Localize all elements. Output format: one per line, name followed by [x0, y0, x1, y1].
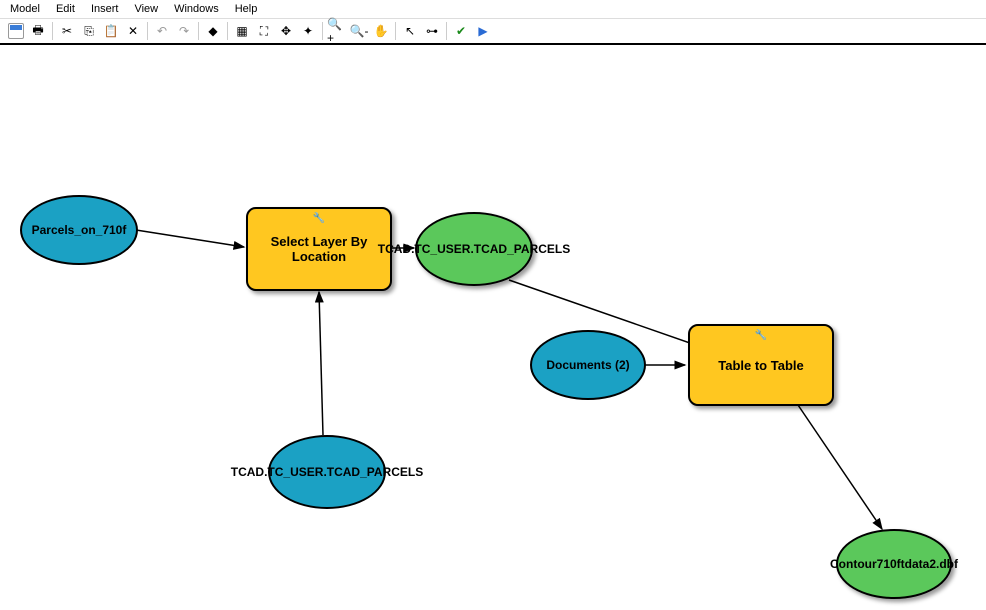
menu-help[interactable]: Help: [235, 3, 258, 15]
node-label: TCAD.TC_USER.TCAD_PARCELS: [231, 465, 423, 479]
node-documents2[interactable]: Documents (2): [530, 330, 646, 400]
full-extent-icon[interactable]: ⛶: [254, 21, 274, 41]
toolbar: 🖶 ✂⎘📋✕ ↶↷ ◆ ▦⛶✥✦ 🔍+🔍-✋ ↖⊶ ✔▶: [0, 19, 986, 45]
tool-icon: 🔧: [313, 213, 325, 224]
paste-icon[interactable]: 📋: [101, 21, 121, 41]
node-label: Select Layer By Location: [254, 234, 384, 264]
tool-icon: 🔧: [755, 330, 767, 341]
cut-icon[interactable]: ✂: [57, 21, 77, 41]
node-contour[interactable]: Contour710ftdata2.dbf: [836, 529, 952, 599]
menu-insert[interactable]: Insert: [91, 3, 119, 15]
toolbar-separator: [198, 22, 199, 40]
toolbar-separator: [147, 22, 148, 40]
zoom-in-icon[interactable]: 🔍+: [327, 21, 347, 41]
pan-icon[interactable]: ✋: [371, 21, 391, 41]
add-data-icon[interactable]: ◆: [203, 21, 223, 41]
toolbar-separator: [446, 22, 447, 40]
auto-layout-icon[interactable]: ▦: [232, 21, 252, 41]
menubar: Model Edit Insert View Windows Help: [0, 0, 986, 19]
node-tcad-input[interactable]: TCAD.TC_USER.TCAD_PARCELS: [268, 435, 386, 509]
node-tcad-output[interactable]: TCAD.TC_USER.TCAD_PARCELS: [415, 212, 533, 286]
zoom-out-fixed-icon[interactable]: ✦: [298, 21, 318, 41]
toolbar-separator: [322, 22, 323, 40]
menu-edit[interactable]: Edit: [56, 3, 75, 15]
node-label: Parcels_on_710f: [32, 223, 127, 237]
node-label: TCAD.TC_USER.TCAD_PARCELS: [378, 242, 570, 256]
redo-icon[interactable]: ↷: [174, 21, 194, 41]
node-select-layer-by-location[interactable]: 🔧 Select Layer By Location: [246, 207, 392, 291]
node-parcels710f[interactable]: Parcels_on_710f: [20, 195, 138, 265]
menu-windows[interactable]: Windows: [174, 3, 219, 15]
toolbar-separator: [52, 22, 53, 40]
validate-icon[interactable]: ✔: [451, 21, 471, 41]
node-label: Table to Table: [718, 358, 803, 373]
copy-icon[interactable]: ⎘: [79, 21, 99, 41]
model-canvas[interactable]: Parcels_on_710f 🔧 Select Layer By Locati…: [0, 45, 986, 610]
connect-icon[interactable]: ⊶: [422, 21, 442, 41]
print-icon[interactable]: 🖶: [28, 21, 48, 41]
connectors: [0, 45, 986, 610]
toolbar-separator: [395, 22, 396, 40]
zoom-in-fixed-icon[interactable]: ✥: [276, 21, 296, 41]
node-label: Contour710ftdata2.dbf: [830, 557, 958, 571]
delete-icon[interactable]: ✕: [123, 21, 143, 41]
menu-view[interactable]: View: [134, 3, 158, 15]
run-icon[interactable]: ▶: [473, 21, 493, 41]
node-table-to-table[interactable]: 🔧 Table to Table: [688, 324, 834, 406]
node-label: Documents (2): [546, 358, 629, 372]
zoom-out-icon[interactable]: 🔍-: [349, 21, 369, 41]
toolbar-separator: [227, 22, 228, 40]
undo-icon[interactable]: ↶: [152, 21, 172, 41]
save-icon[interactable]: [6, 21, 26, 41]
select-icon[interactable]: ↖: [400, 21, 420, 41]
menu-model[interactable]: Model: [10, 3, 40, 15]
